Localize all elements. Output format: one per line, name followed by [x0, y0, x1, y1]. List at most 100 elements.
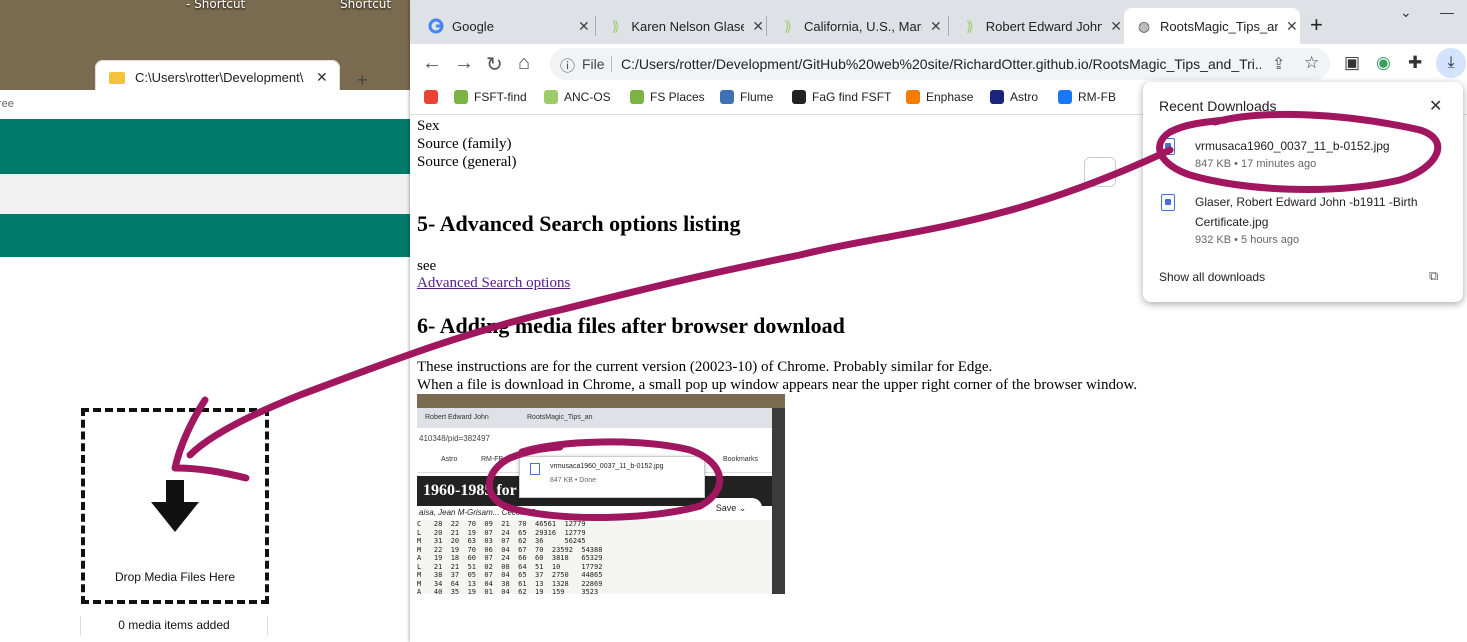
image-file-icon: [1161, 138, 1175, 155]
download-filename: Glaser, Robert Edward John -b1911 -Birth…: [1195, 195, 1418, 229]
image-file-icon: [1161, 194, 1175, 211]
embedded-bookmark-label: RM-FB: [481, 456, 504, 463]
close-icon[interactable]: ✕: [578, 18, 590, 35]
close-icon[interactable]: ✕: [1110, 18, 1122, 35]
back-arrow-icon[interactable]: ←: [422, 52, 442, 75]
bookmark-favicon-icon: [990, 90, 1004, 104]
paragraph-text: These instructions are for the current v…: [417, 359, 993, 375]
tab-robert-edward-john[interactable]: ⟫ Robert Edward John ✕: [950, 8, 1122, 44]
see-text: see: [417, 258, 437, 274]
bookmark-star-icon[interactable]: ☆: [1304, 53, 1319, 73]
bookmark-item[interactable]: Astro: [990, 90, 1038, 104]
bookmark-item[interactable]: ANC-OS: [544, 90, 611, 104]
embedded-address-bar: 410348/pid=382497: [417, 428, 772, 450]
app-title-fragment: ree: [0, 98, 14, 110]
info-icon[interactable]: ⓘ: [560, 55, 575, 76]
close-icon[interactable]: ✕: [1429, 96, 1442, 116]
minimize-button[interactable]: —: [1440, 4, 1454, 20]
embedded-url-text: 410348/pid=382497: [419, 434, 490, 443]
close-icon[interactable]: ✕: [930, 18, 942, 35]
embedded-bookmark-label: Astro: [441, 456, 458, 463]
embedded-table-row: M 22 19 70 06 04 67 70 23592 54388: [417, 545, 603, 554]
close-icon[interactable]: ✕: [316, 69, 328, 86]
tab-california-marriage[interactable]: ⟫ California, U.S., Marr ✕: [768, 8, 948, 44]
bookmark-label: FSFT-find: [474, 90, 527, 104]
address-separator: [611, 56, 612, 72]
close-icon[interactable]: ✕: [752, 18, 764, 35]
tab-search-chevron-icon[interactable]: ⌄: [1400, 4, 1412, 21]
embedded-table-row: L 20 21 19 07 24 65 29316 12779: [417, 528, 586, 537]
section-heading: 6- Adding media files after browser down…: [417, 313, 845, 338]
advanced-search-link[interactable]: Advanced Search options: [417, 275, 570, 292]
extension-icon[interactable]: ▣: [1344, 53, 1360, 73]
tab-strip: Google ✕ ⟫ Karen Nelson Glaser ✕ ⟫ Calif…: [410, 0, 1467, 44]
embedded-screenshot-image: Robert Edward John RootsMagic_Tips_an 41…: [417, 394, 785, 594]
embedded-save-button: Save ⌄: [700, 498, 762, 518]
ancestry-leaf-icon: ⟫: [611, 18, 620, 34]
download-item[interactable]: Glaser, Robert Edward John -b1911 -Birth…: [1159, 192, 1449, 252]
google-icon: [428, 18, 444, 34]
embedded-header-text: 1960-1985 for P: [423, 482, 531, 499]
embedded-table-row: A 19 18 60 07 24 66 60 3818 65329: [417, 554, 603, 562]
media-count-status: 0 media items added: [80, 616, 268, 636]
bookmark-item[interactable]: Flume: [720, 90, 773, 104]
tab-separator: [766, 16, 767, 36]
folder-icon: [109, 71, 125, 84]
new-tab-button[interactable]: +: [1310, 12, 1323, 38]
bookmark-item[interactable]: FS Places: [630, 90, 705, 104]
downloads-popup: Recent Downloads ✕ vrmusaca1960_0037_11_…: [1143, 82, 1463, 302]
field-name-text: Source (family): [417, 136, 512, 152]
reload-icon[interactable]: ↻: [486, 52, 503, 77]
ancestry-leaf-icon: ⟫: [966, 18, 974, 34]
open-external-icon[interactable]: ⧉: [1429, 268, 1438, 284]
embedded-tab-label: RootsMagic_Tips_an: [527, 414, 593, 421]
file-icon: [530, 463, 540, 475]
scroll-button[interactable]: [1084, 157, 1116, 187]
section-heading: 5- Advanced Search options listing: [417, 211, 741, 236]
embedded-popup-filename: vrmusaca1960_0037_11_b-0152.jpg: [550, 463, 664, 470]
download-meta: 932 KB • 5 hours ago: [1195, 234, 1300, 246]
bookmark-favicon-icon: [454, 90, 468, 104]
embedded-taskbar: [417, 394, 785, 408]
media-drop-zone[interactable]: Drop Media Files Here: [81, 408, 269, 604]
bookmark-item[interactable]: [424, 90, 444, 104]
bookmark-favicon-icon: [1058, 90, 1072, 104]
bookmark-item[interactable]: FaG find FSFT: [792, 90, 891, 104]
embedded-save-label: Save: [715, 503, 737, 513]
bookmark-item[interactable]: RM-FB: [1058, 90, 1116, 104]
puzzle-extensions-icon[interactable]: ✚: [1408, 53, 1422, 73]
download-icon[interactable]: ⤓: [1436, 48, 1466, 78]
tab-google[interactable]: Google ✕: [416, 8, 594, 44]
embedded-popup-meta: 847 KB • Done: [550, 477, 597, 484]
share-icon[interactable]: ⇪: [1272, 54, 1285, 74]
bookmark-item[interactable]: Enphase: [906, 90, 973, 104]
home-icon[interactable]: ⌂: [518, 52, 530, 75]
bookmark-item[interactable]: FSFT-find: [454, 90, 527, 104]
scheme-label: File: [582, 56, 605, 72]
browser-toolbar: ← → ↻ ⌂ ⓘ File C:/Users/rotter/Developme…: [410, 44, 1467, 84]
desktop-shortcut-label[interactable]: Shortcut: [340, 0, 391, 11]
close-icon[interactable]: ✕: [1286, 18, 1298, 35]
show-all-downloads-link[interactable]: Show all downloads: [1159, 270, 1265, 284]
embedded-subheader-text: aisa, Jean M-Grisam... Cecelia J: [419, 508, 535, 517]
tab-label: Google: [452, 18, 494, 34]
tab-rootsmagic-tips[interactable]: ◍ RootsMagic_Tips_and ✕: [1124, 8, 1300, 44]
embedded-table-row: L 21 21 51 02 08 64 51 10 17792: [417, 562, 603, 571]
ancestry-leaf-icon: ⟫: [784, 18, 792, 34]
bookmark-label: Enphase: [926, 90, 974, 104]
url-text[interactable]: C:/Users/rotter/Development/GitHub%20web…: [621, 56, 1261, 72]
desktop-shortcut-label[interactable]: - Shortcut: [186, 0, 245, 11]
field-name-text: Source (general): [417, 154, 517, 170]
extension-icon[interactable]: ◉: [1376, 53, 1391, 73]
new-tab-button[interactable]: +: [357, 70, 368, 91]
address-bar[interactable]: ⓘ File C:/Users/rotter/Development/GitHu…: [550, 48, 1330, 80]
bookmark-label: ANC-OS: [564, 90, 611, 104]
tab-karen-nelson-glaser[interactable]: ⟫ Karen Nelson Glaser ✕: [596, 8, 764, 44]
app-header-band: [0, 214, 410, 257]
forward-arrow-icon[interactable]: →: [454, 52, 474, 75]
download-item[interactable]: vrmusaca1960_0037_11_b-0152.jpg 847 KB •…: [1159, 136, 1449, 176]
download-filename: vrmusaca1960_0037_11_b-0152.jpg: [1195, 139, 1390, 153]
embedded-table-row: M 38 37 05 07 04 65 37 2750 44865: [417, 571, 603, 579]
field-name-text: Sex: [417, 118, 440, 134]
embedded-download-popup: vrmusaca1960_0037_11_b-0152.jpg 847 KB •…: [519, 456, 705, 498]
